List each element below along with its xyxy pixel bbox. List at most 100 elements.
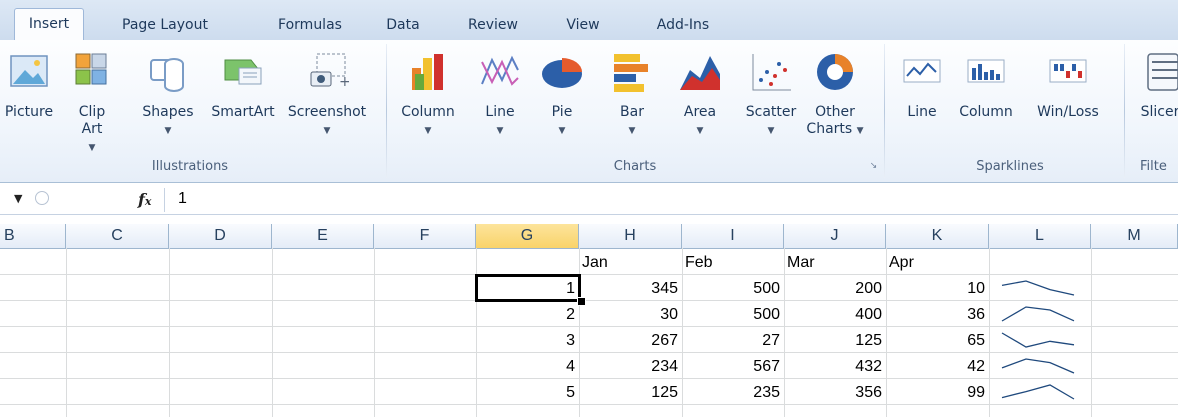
chevron-down-icon: ▼ (424, 126, 432, 136)
chevron-down-icon: ▼ (767, 126, 775, 136)
formula-bar (0, 186, 1178, 215)
cell-value[interactable]: 345 (579, 277, 682, 299)
fill-handle[interactable] (577, 297, 586, 306)
cell-value[interactable]: 36 (886, 303, 989, 325)
cell-value[interactable]: 400 (784, 303, 886, 325)
chevron-down-icon: ▼ (628, 126, 636, 136)
cell-value[interactable]: 356 (784, 381, 886, 403)
column-header[interactable]: H (579, 224, 682, 248)
smartart-icon (224, 59, 262, 85)
cell-value[interactable]: 99 (886, 381, 989, 403)
group-label-sparklines: Sparklines (976, 159, 1044, 174)
column-chart-icon (412, 54, 443, 90)
column-chart-button[interactable]: Column ▼ (398, 50, 458, 150)
chevron-down-icon: ▼ (88, 143, 96, 153)
tab-insert[interactable]: Insert (14, 8, 84, 41)
sparkline-column-button[interactable]: Column (959, 50, 1013, 150)
pie-chart-button[interactable]: Pie ▼ (540, 50, 584, 150)
sparkline-path (1001, 358, 1075, 374)
sparkline-column-label: Column (959, 104, 1013, 120)
sparkline-winloss-button[interactable]: Win/Loss (1037, 50, 1099, 150)
slicer-icon (1147, 53, 1178, 91)
cell-value[interactable]: 10 (886, 277, 989, 299)
other-charts-button[interactable]: Other Charts ▼ (806, 50, 864, 150)
column-header[interactable]: F (374, 224, 476, 248)
formula-bar-resize-handle[interactable] (35, 191, 49, 205)
other-charts-label: Other Charts ▼ (806, 104, 864, 137)
gridline (0, 326, 1178, 327)
cell-value[interactable]: 125 (579, 381, 682, 403)
ribbon: Picture Clip Art ▼ Shapes ▼ SmartArt + S… (0, 40, 1178, 183)
column-header[interactable]: C (66, 224, 169, 248)
column-header-selected[interactable]: G (476, 224, 579, 248)
area-chart-icon (680, 56, 720, 90)
screenshot-button[interactable]: + Screenshot ▼ (288, 50, 366, 150)
cell-header-mar[interactable]: Mar (784, 251, 886, 273)
cell-g[interactable]: 3 (476, 329, 579, 351)
cell-value[interactable]: 200 (784, 277, 886, 299)
sparkline-winloss-label: Win/Loss (1037, 104, 1099, 120)
formula-input[interactable]: 1 (178, 190, 187, 208)
column-header[interactable]: M (1091, 224, 1178, 248)
group-label-charts: Charts (613, 159, 657, 174)
cell-g[interactable]: 4 (476, 355, 579, 377)
cell-value[interactable]: 125 (784, 329, 886, 351)
cell-value[interactable]: 42 (886, 355, 989, 377)
tab-formulas[interactable]: Formulas (270, 10, 350, 40)
sparkline[interactable] (1000, 277, 1076, 299)
cell-value[interactable]: 267 (579, 329, 682, 351)
excel-window: Insert Page Layout Formulas Data Review … (0, 0, 1178, 417)
dialog-launcher-icon[interactable]: ↘ (868, 161, 879, 172)
tab-page-layout[interactable]: Page Layout (110, 10, 220, 40)
line-chart-button[interactable]: Line ▼ (478, 50, 522, 150)
column-header[interactable]: D (169, 224, 272, 248)
sparkline[interactable] (1000, 381, 1076, 403)
cell-value[interactable]: 234 (579, 355, 682, 377)
cell-g[interactable]: 5 (476, 381, 579, 403)
column-header[interactable]: E (272, 224, 374, 248)
sparkline[interactable] (1000, 303, 1076, 325)
scatter-chart-icon (752, 54, 791, 91)
slicer-button[interactable]: Slicer (1138, 50, 1178, 150)
column-header[interactable]: L (989, 224, 1091, 248)
sparkline[interactable] (1000, 355, 1076, 377)
cell-value[interactable]: 500 (682, 277, 784, 299)
column-header[interactable]: B (0, 224, 66, 248)
tab-view[interactable]: View (560, 10, 606, 40)
tab-data[interactable]: Data (378, 10, 428, 40)
cell-value[interactable]: 567 (682, 355, 784, 377)
sparkline-line-button[interactable]: Line (900, 50, 944, 150)
svg-text:+: + (339, 74, 349, 90)
cell-value[interactable]: 235 (682, 381, 784, 403)
bar-chart-button[interactable]: Bar ▼ (610, 50, 654, 150)
cell-value[interactable]: 432 (784, 355, 886, 377)
cell-header-feb[interactable]: Feb (682, 251, 784, 273)
cell-g[interactable]: 2 (476, 303, 579, 325)
tab-review[interactable]: Review (460, 10, 526, 40)
cell-header-apr[interactable]: Apr (886, 251, 989, 273)
area-chart-button[interactable]: Area ▼ (678, 50, 722, 150)
tab-add-ins[interactable]: Add-Ins (648, 10, 718, 40)
insert-function-icon[interactable]: fx (138, 190, 151, 209)
gridline (0, 274, 1178, 275)
sparkline-path (1001, 306, 1075, 322)
column-header[interactable]: J (784, 224, 886, 248)
cell-value[interactable]: 65 (886, 329, 989, 351)
cell-value[interactable]: 27 (682, 329, 784, 351)
shapes-button[interactable]: Shapes ▼ (138, 50, 198, 150)
group-label-filter: Filte (1140, 159, 1167, 174)
cell-value[interactable]: 500 (682, 303, 784, 325)
clip-art-button[interactable]: Clip Art ▼ (70, 50, 114, 153)
column-header[interactable]: K (886, 224, 989, 248)
smartart-button[interactable]: SmartArt (208, 50, 278, 150)
name-box-dropdown-icon[interactable]: ▼ (14, 192, 22, 205)
gridline (0, 352, 1178, 353)
chevron-down-icon: ▼ (558, 126, 566, 136)
cell-value[interactable]: 30 (579, 303, 682, 325)
chevron-down-icon: ▼ (164, 126, 172, 136)
group-label-illustrations: Illustrations (151, 159, 229, 174)
slicer-label: Slicer (1140, 104, 1178, 120)
sparkline[interactable] (1000, 329, 1076, 351)
cell-header-jan[interactable]: Jan (579, 251, 682, 273)
column-header[interactable]: I (682, 224, 784, 248)
